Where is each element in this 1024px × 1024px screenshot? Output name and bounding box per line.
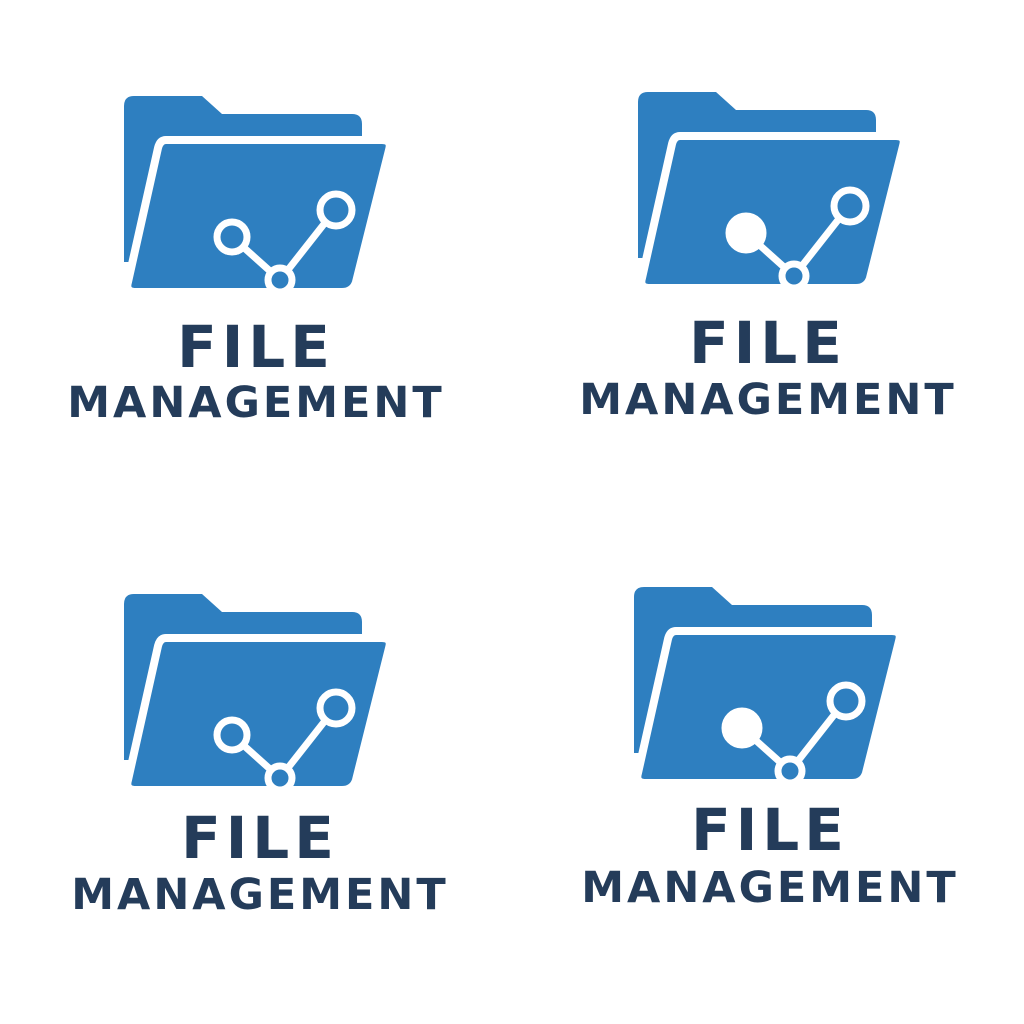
logo-subtitle: MANAGEMENT [581, 863, 959, 913]
logo-subtitle: MANAGEMENT [579, 375, 957, 425]
folder-share-icon [634, 88, 908, 293]
logo-title: FILE [177, 313, 335, 381]
logo-subtitle: MANAGEMENT [67, 378, 445, 428]
folder-share-icon [120, 590, 394, 795]
logo-title: FILE [691, 796, 849, 864]
folder-share-icon [630, 583, 904, 788]
logo-title: FILE [181, 804, 339, 872]
folder-share-icon [120, 92, 394, 297]
logo-subtitle: MANAGEMENT [71, 870, 449, 920]
logo-title: FILE [689, 309, 847, 377]
